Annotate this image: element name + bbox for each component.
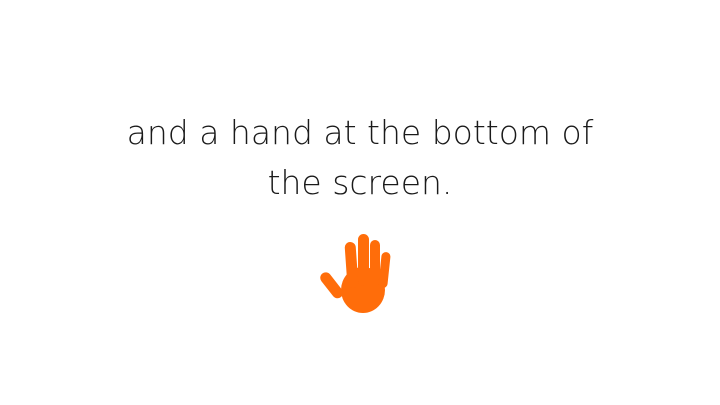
slide: and a hand at the bottom of the screen. <box>0 0 720 405</box>
caption-line-1: and a hand at the bottom of <box>126 113 594 152</box>
raised-hand-icon <box>320 234 391 313</box>
caption-line-2: the screen. <box>267 163 453 202</box>
slide-caption: and a hand at the bottom of the screen. <box>60 108 660 208</box>
